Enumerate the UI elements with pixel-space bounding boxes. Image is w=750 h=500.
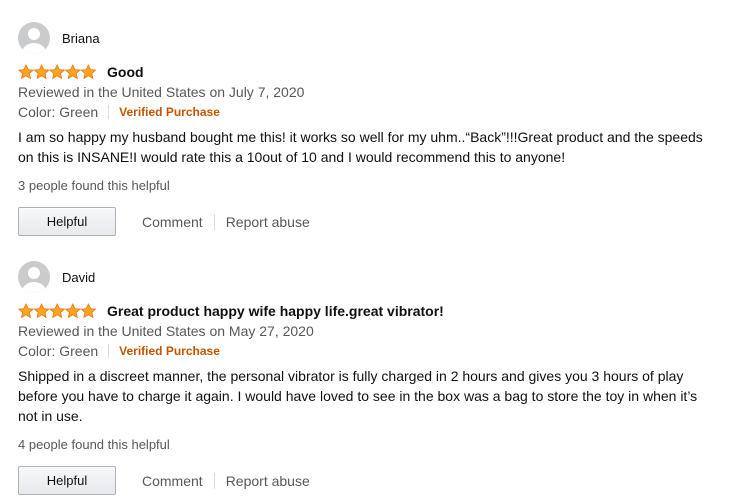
helpful-button[interactable]: Helpful (18, 466, 116, 495)
review-card: David Great product happy wife happy lif… (18, 261, 718, 496)
divider (213, 213, 215, 230)
review-title[interactable]: Great product happy wife happy life.grea… (107, 303, 444, 319)
review-date: Reviewed in the United States on May 27,… (18, 323, 314, 339)
comment-link[interactable]: Comment (142, 473, 203, 489)
review-title[interactable]: Good (107, 64, 144, 80)
review-card: Briana Good Reviewed in the United State… (18, 22, 718, 237)
verified-purchase-badge: Verified Purchase (119, 105, 220, 119)
avatar-icon (18, 261, 50, 293)
helpful-count: 4 people found this helpful (18, 437, 170, 452)
divider (108, 105, 110, 119)
star-icons (18, 64, 96, 80)
verified-purchase-badge: Verified Purchase (119, 344, 220, 358)
reviewer-profile[interactable]: Briana (18, 22, 718, 54)
divider (213, 472, 215, 489)
star-icons (18, 303, 96, 319)
report-abuse-link[interactable]: Report abuse (226, 214, 310, 230)
product-variant[interactable]: Color: Green (18, 102, 98, 122)
divider (108, 344, 110, 358)
review-body: Shipped in a discreet manner, the person… (18, 368, 698, 424)
star-rating[interactable] (18, 64, 96, 80)
comment-link[interactable]: Comment (142, 214, 203, 230)
reviewer-name[interactable]: David (62, 270, 95, 285)
report-abuse-link[interactable]: Report abuse (226, 473, 310, 489)
review-date: Reviewed in the United States on July 7,… (18, 84, 305, 100)
star-rating[interactable] (18, 303, 96, 319)
reviewer-name[interactable]: Briana (62, 31, 100, 46)
avatar-icon (18, 22, 50, 54)
reviewer-profile[interactable]: David (18, 261, 718, 293)
helpful-count: 3 people found this helpful (18, 178, 170, 193)
review-body: I am so happy my husband bought me this!… (18, 129, 703, 165)
helpful-button[interactable]: Helpful (18, 207, 116, 236)
product-variant[interactable]: Color: Green (18, 341, 98, 361)
